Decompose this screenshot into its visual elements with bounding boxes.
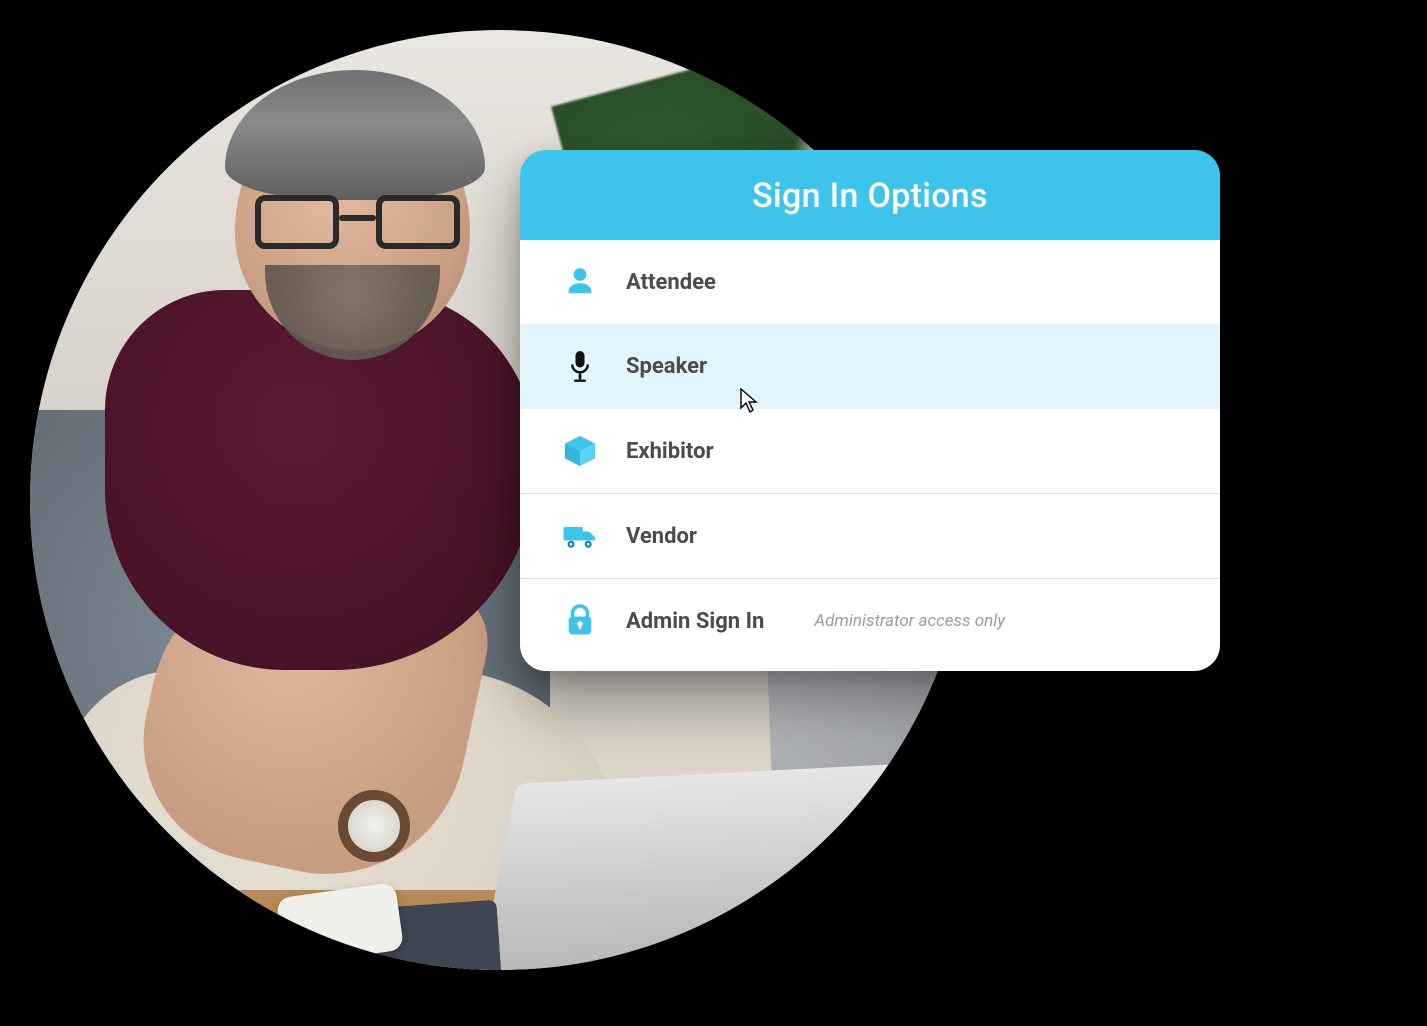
microphone-icon	[560, 346, 600, 386]
signin-card: Sign In Options Attendee Speaker Exhibit…	[520, 150, 1220, 671]
option-admin[interactable]: Admin Sign In Administrator access only	[520, 579, 1220, 671]
option-label: Speaker	[626, 354, 707, 379]
truck-icon	[560, 516, 600, 556]
box-icon	[560, 431, 600, 471]
option-label: Admin Sign In	[626, 609, 764, 634]
option-exhibitor[interactable]: Exhibitor	[520, 409, 1220, 494]
option-label: Exhibitor	[626, 439, 714, 464]
option-label: Attendee	[626, 270, 716, 295]
option-label: Vendor	[626, 524, 697, 549]
option-speaker[interactable]: Speaker	[520, 324, 1220, 409]
card-title: Sign In Options	[520, 150, 1220, 240]
lock-icon	[560, 601, 600, 641]
user-icon	[560, 262, 600, 302]
option-attendee[interactable]: Attendee	[520, 240, 1220, 324]
option-vendor[interactable]: Vendor	[520, 494, 1220, 579]
option-note: Administrator access only	[814, 611, 1005, 631]
